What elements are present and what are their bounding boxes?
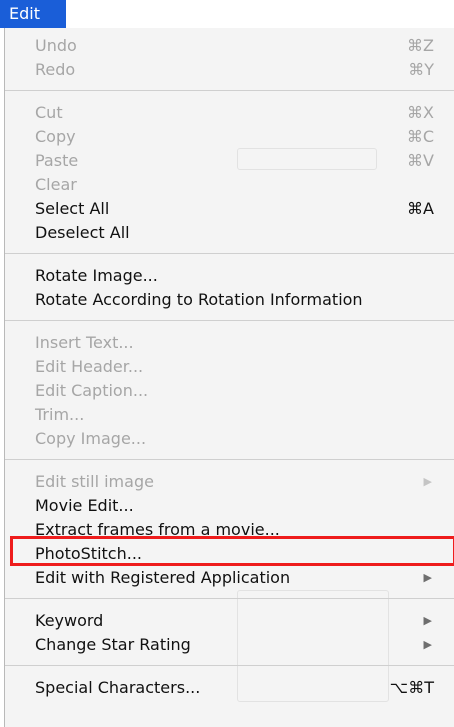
menu-item-deselect-all[interactable]: Deselect All (5, 221, 454, 245)
menu-item-copy: Copy ⌘C (5, 125, 454, 149)
edit-menu-dropdown: Undo ⌘Z Redo ⌘Y Cut ⌘X Copy ⌘C Paste ⌘V Clear Selec… (4, 28, 454, 727)
menu-item-trim: Trim... (5, 403, 454, 427)
menu-item-label: Rotate According to Rotation Information (35, 290, 363, 309)
menu-item-redo: Redo ⌘Y (5, 58, 454, 82)
menu-item-label: Edit with Registered Application (35, 568, 291, 587)
menu-item-edit-caption: Edit Caption... (5, 379, 454, 403)
menu-item-shortcut: ⌘X (407, 103, 434, 122)
menu-item-label: Special Characters... (35, 678, 201, 697)
menu-item-rotate-according-to-rotation-information[interactable]: Rotate According to Rotation Information (5, 288, 454, 312)
menu-separator (5, 665, 454, 666)
menu-item-movie-edit[interactable]: Movie Edit... (5, 494, 454, 518)
menu-separator (5, 253, 454, 254)
menu-item-label: Deselect All (35, 223, 130, 242)
menu-item-shortcut: ⌘C (406, 127, 434, 146)
menu-item-shortcut: ⌘Z (407, 36, 434, 55)
menu-item-shortcut: ⌘A (407, 199, 434, 218)
menu-item-edit-with-registered-application[interactable]: Edit with Registered Application ▶ (5, 566, 454, 590)
menu-item-label: Undo (35, 36, 77, 55)
menu-item-label: Redo (35, 60, 76, 79)
submenu-arrow-icon: ▶ (423, 475, 432, 488)
menu-item-edit-still-image: Edit still image ▶ (5, 470, 454, 494)
menu-item-special-characters[interactable]: Special Characters... ⌥⌘T (5, 676, 454, 700)
menu-item-keyword[interactable]: Keyword ▶ (5, 609, 454, 633)
movie-edit-highlight-box (10, 536, 454, 566)
menu-item-undo: Undo ⌘Z (5, 34, 454, 58)
menu-item-label: Keyword (35, 611, 104, 630)
menu-item-edit-header: Edit Header... (5, 355, 454, 379)
menu-item-label: Edit Caption... (35, 381, 149, 400)
menu-item-shortcut: ⌘V (407, 151, 434, 170)
menu-separator (5, 320, 454, 321)
menu-item-label: Copy Image... (35, 429, 147, 448)
menu-item-shortcut: ⌘Y (408, 60, 434, 79)
submenu-arrow-icon: ▶ (423, 614, 432, 627)
submenu-arrow-icon: ▶ (423, 638, 432, 651)
menu-item-copy-image: Copy Image... (5, 427, 454, 451)
menu-item-label: Edit Header... (35, 357, 144, 376)
menu-item-label: Clear (35, 175, 77, 194)
menu-item-label: Change Star Rating (35, 635, 191, 654)
menu-item-label: Paste (35, 151, 79, 170)
menu-item-select-all[interactable]: Select All ⌘A (5, 197, 454, 221)
menu-item-label: Rotate Image... (35, 266, 158, 285)
menu-item-change-star-rating[interactable]: Change Star Rating ▶ (5, 633, 454, 657)
menu-separator (5, 598, 454, 599)
menu-item-label: Cut (35, 103, 63, 122)
menu-item-label: Select All (35, 199, 110, 218)
menu-item-shortcut: ⌥⌘T (389, 678, 434, 697)
menu-item-paste: Paste ⌘V (5, 149, 454, 173)
menu-item-label: Insert Text... (35, 333, 134, 352)
menu-item-label: Edit still image (35, 472, 154, 491)
menu-item-insert-text: Insert Text... (5, 331, 454, 355)
menu-item-label: Movie Edit... (35, 496, 134, 515)
menu-separator (5, 459, 454, 460)
menu-item-label: Copy (35, 127, 76, 146)
menu-item-clear: Clear (5, 173, 454, 197)
menu-item-rotate-image[interactable]: Rotate Image... (5, 264, 454, 288)
menu-item-label: Trim... (35, 405, 85, 424)
menu-item-cut: Cut ⌘X (5, 101, 454, 125)
menu-separator (5, 90, 454, 91)
submenu-arrow-icon: ▶ (423, 571, 432, 584)
edit-menu-title[interactable]: Edit (0, 0, 66, 28)
